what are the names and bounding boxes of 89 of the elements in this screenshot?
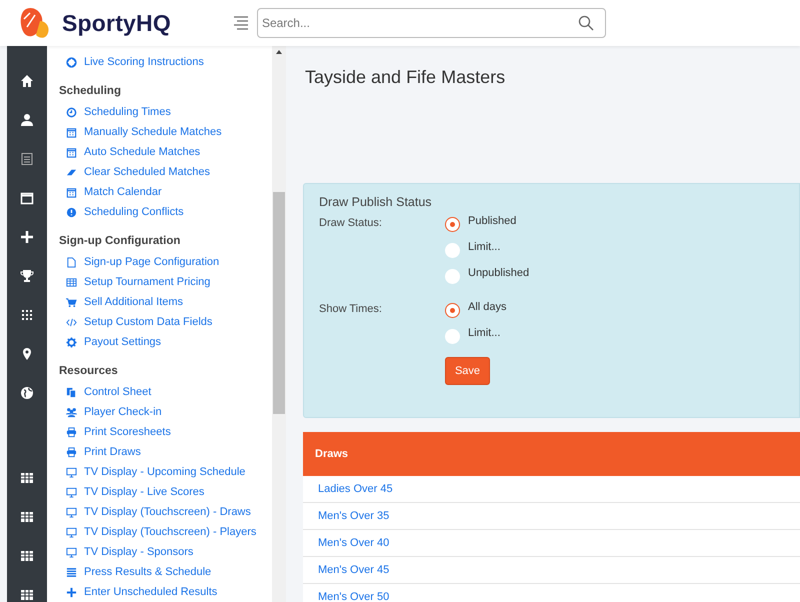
menu-link[interactable]: Payout Settings bbox=[59, 332, 272, 352]
radio-button[interactable] bbox=[445, 303, 460, 318]
dots-icon[interactable] bbox=[20, 308, 34, 322]
menu-link[interactable]: Scheduling Conflicts bbox=[59, 202, 272, 222]
monitor-icon bbox=[66, 506, 77, 518]
save-button[interactable]: Save bbox=[445, 357, 490, 385]
radio-button[interactable] bbox=[445, 243, 460, 258]
menu-link[interactable]: Live Scoring Instructions bbox=[59, 52, 272, 72]
user-icon[interactable] bbox=[20, 113, 34, 127]
monitor-icon bbox=[66, 546, 77, 558]
menu-link[interactable]: Scheduling Times bbox=[59, 102, 272, 122]
draw-link[interactable]: Ladies Over 45 bbox=[303, 476, 800, 503]
globe-icon[interactable] bbox=[20, 386, 34, 400]
radio-button[interactable] bbox=[445, 329, 460, 344]
search-icon[interactable] bbox=[578, 15, 594, 31]
table-icon[interactable] bbox=[20, 510, 34, 524]
monitor-icon bbox=[66, 466, 77, 478]
table-icon bbox=[66, 276, 77, 288]
page-icon bbox=[66, 256, 77, 268]
clock-icon bbox=[66, 106, 77, 118]
monitor-icon bbox=[66, 526, 77, 538]
section-heading: Resources bbox=[59, 365, 119, 377]
printer-icon bbox=[66, 446, 77, 458]
draw-link[interactable]: Men's Over 45 bbox=[303, 557, 800, 584]
users-icon bbox=[66, 406, 77, 418]
menu-link[interactable]: Sell Additional Items bbox=[59, 292, 272, 312]
printer-icon bbox=[66, 426, 77, 438]
list-icon[interactable] bbox=[20, 152, 34, 166]
radio-label: Unpublished bbox=[468, 267, 530, 279]
menu-link[interactable]: Auto Schedule Matches bbox=[59, 142, 272, 162]
menu-link[interactable]: Enter Unscheduled Results bbox=[59, 582, 272, 602]
menu-link[interactable]: Match Calendar bbox=[59, 182, 272, 202]
radio-label: All days bbox=[468, 301, 507, 313]
draw-link[interactable]: Men's Over 50 bbox=[303, 584, 800, 602]
calendar-icon bbox=[66, 186, 77, 198]
draw-link[interactable]: Men's Over 35 bbox=[303, 503, 800, 530]
plus-icon bbox=[66, 586, 77, 598]
pin-icon[interactable] bbox=[20, 347, 34, 361]
copy-icon bbox=[66, 386, 77, 398]
monitor-icon bbox=[66, 486, 77, 498]
calendar-icon bbox=[66, 146, 77, 158]
menu-link[interactable]: TV Display (Touchscreen) - Players bbox=[59, 522, 272, 542]
brand-name: SportyHQ bbox=[62, 10, 171, 36]
table-header: Draws bbox=[303, 432, 800, 476]
lines-icon bbox=[66, 566, 77, 578]
table-icon[interactable] bbox=[20, 588, 34, 602]
section-heading: Sign-up Configuration bbox=[59, 235, 182, 247]
menu-link[interactable]: Clear Scheduled Matches bbox=[59, 162, 272, 182]
code-icon bbox=[66, 316, 77, 328]
home-icon[interactable] bbox=[20, 74, 34, 88]
menu-link[interactable]: TV Display - Live Scores bbox=[59, 482, 272, 502]
radio-label: Limit... bbox=[468, 241, 500, 253]
plus-icon[interactable] bbox=[20, 230, 34, 244]
menu-link[interactable]: Control Sheet bbox=[59, 382, 272, 402]
menu-link[interactable]: Setup Custom Data Fields bbox=[59, 312, 272, 332]
scrollbar[interactable] bbox=[272, 46, 286, 602]
scroll-thumb[interactable] bbox=[273, 192, 285, 414]
panel-title: Draw Publish Status bbox=[319, 195, 433, 209]
calendar-icon[interactable] bbox=[20, 191, 34, 205]
calendar-icon bbox=[66, 126, 77, 138]
radio-label: Published bbox=[468, 215, 516, 227]
scroll-up-icon[interactable] bbox=[276, 50, 282, 54]
trophy-icon[interactable] bbox=[20, 269, 34, 283]
menu-link[interactable]: TV Display - Upcoming Schedule bbox=[59, 462, 272, 482]
gear-icon bbox=[66, 336, 77, 348]
menu-link[interactable]: TV Display - Sponsors bbox=[59, 542, 272, 562]
radio-button[interactable] bbox=[445, 269, 460, 284]
draw-link[interactable]: Men's Over 40 bbox=[303, 530, 800, 557]
menu-link[interactable]: Print Draws bbox=[59, 442, 272, 462]
radio-label: Limit... bbox=[468, 327, 500, 339]
menu-link[interactable]: Sign-up Page Configuration bbox=[59, 252, 272, 272]
alert-icon bbox=[66, 206, 77, 218]
menu-icon[interactable] bbox=[232, 16, 249, 30]
field-label: Show Times: bbox=[319, 302, 383, 317]
menu-link[interactable]: Player Check-in bbox=[59, 402, 272, 422]
menu-link[interactable]: TV Display (Touchscreen) - Draws bbox=[59, 502, 272, 522]
lifering-icon bbox=[66, 56, 77, 68]
field-label: Draw Status: bbox=[319, 216, 383, 231]
menu-link[interactable]: Press Results & Schedule bbox=[59, 562, 272, 582]
section-heading: Scheduling bbox=[59, 85, 122, 97]
page-title: Tayside and Fife Masters bbox=[305, 67, 506, 89]
table-icon[interactable] bbox=[20, 471, 34, 485]
menu-link[interactable]: Print Scoresheets bbox=[59, 422, 272, 442]
table-icon[interactable] bbox=[20, 549, 34, 563]
menu-link[interactable]: Setup Tournament Pricing bbox=[59, 272, 272, 292]
radio-button[interactable] bbox=[445, 217, 460, 232]
search-field[interactable]: Search... bbox=[256, 8, 606, 38]
menu-link[interactable]: Manually Schedule Matches bbox=[59, 122, 272, 142]
cart-icon bbox=[66, 296, 77, 308]
